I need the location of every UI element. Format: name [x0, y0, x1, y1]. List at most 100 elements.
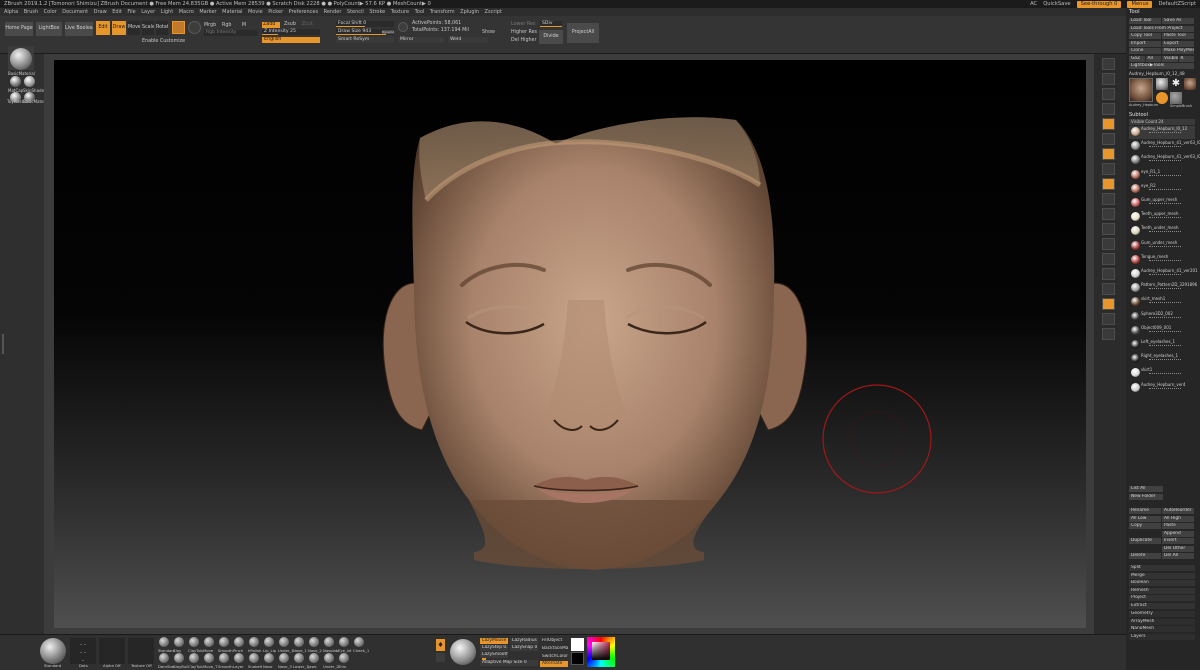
subtool-item[interactable]: Gum_under_mesh	[1129, 240, 1195, 253]
tool-button-visible[interactable]: Visible	[1162, 55, 1178, 62]
smart-resym-button[interactable]: Smart ReSym	[336, 37, 394, 43]
default-zscript-button[interactable]: DefaultZScript	[1158, 0, 1196, 8]
sphere-icon[interactable]	[188, 21, 201, 34]
light-icon[interactable]: ♦	[436, 639, 445, 651]
subtool-item[interactable]: Audrey_Hepburn_l0_12	[1129, 126, 1195, 139]
rotate-mode-button[interactable]: Rotate	[156, 21, 168, 35]
view-control-icon[interactable]	[1102, 73, 1115, 85]
menus-toggle[interactable]: Menus	[1127, 0, 1153, 8]
view-control-icon[interactable]	[1102, 253, 1115, 265]
menu-marker[interactable]: Marker	[199, 8, 216, 16]
secondary-color-swatch[interactable]	[571, 652, 584, 665]
view-control-icon[interactable]	[1102, 88, 1115, 100]
subtool-visibility-icon[interactable]	[1149, 359, 1181, 362]
menu-zplugin[interactable]: Zplugin	[460, 8, 479, 16]
tool-thumb-icon[interactable]	[1184, 78, 1196, 90]
view-control-icon[interactable]	[1102, 103, 1115, 115]
subtool-visibility-icon[interactable]	[1149, 132, 1181, 135]
tool-button-import[interactable]: Import	[1129, 40, 1161, 47]
subtool-visibility-icon[interactable]	[1149, 245, 1181, 249]
subtool-op-copy[interactable]: Copy	[1129, 523, 1161, 529]
texture-slot-icon[interactable]	[128, 638, 154, 664]
visible-count-slider[interactable]: Visible Count 24	[1129, 119, 1195, 125]
menu-document[interactable]: Document	[62, 8, 88, 16]
menu-brush[interactable]: Brush	[24, 8, 38, 16]
subtool-item[interactable]: Tongue_mesh	[1129, 254, 1195, 267]
view-control-icon[interactable]	[1102, 268, 1115, 280]
subtool-visibility-icon[interactable]	[1149, 387, 1181, 391]
brush-smooth-icon[interactable]	[219, 637, 229, 647]
left-shelf-scroll-handle[interactable]	[2, 334, 4, 354]
view-control-icon[interactable]	[1102, 133, 1115, 145]
lazy-mouse-button[interactable]: LazyMouse	[480, 638, 508, 644]
view-control-icon[interactable]	[1102, 58, 1115, 70]
m-button[interactable]: M	[242, 23, 246, 29]
subtool-item[interactable]: Audrey_Hepburn_41_ver201	[1129, 268, 1198, 281]
subtool-op-insert[interactable]: Insert	[1162, 538, 1194, 544]
z-intensity-slider[interactable]: Z Intensity 25	[262, 29, 320, 35]
subtool-item[interactable]: Audrey_Hepburn_41_ver63_l00	[1129, 140, 1200, 153]
tool-menu-arraymesh[interactable]: ArrayMesh	[1129, 618, 1195, 625]
subtool-op-del-other[interactable]: Del Other	[1162, 545, 1194, 552]
view-control-icon[interactable]	[1102, 298, 1115, 310]
subtool-visibility-icon[interactable]	[1149, 345, 1181, 348]
subtool-op-all-high[interactable]: All High	[1162, 515, 1194, 522]
subtool-menu-remesh[interactable]: Remesh	[1129, 587, 1195, 594]
lower-res-button[interactable]: Lower Res	[511, 22, 535, 28]
view-control-icon[interactable]	[1102, 148, 1115, 160]
tool-button-all[interactable]: All	[1145, 55, 1161, 62]
enable-customize-label[interactable]: Enable Customize	[142, 39, 185, 45]
subtool-visibility-icon[interactable]	[1149, 288, 1181, 291]
light-scroll-icon[interactable]	[436, 653, 445, 662]
lazy-step-slider[interactable]: LazyStep 0.25	[480, 645, 508, 651]
brush-smooth-icon[interactable]	[219, 653, 229, 663]
subtool-item[interactable]: Audrey_Hepburn_41_ver63_l00	[1129, 154, 1200, 167]
document-canvas[interactable]	[54, 60, 1086, 628]
show-button[interactable]: Show	[482, 30, 495, 36]
project-all-button[interactable]: ProjectAll	[567, 23, 599, 43]
subtool-visibility-icon[interactable]	[1149, 373, 1181, 376]
brush-pinch-icon[interactable]	[234, 637, 244, 647]
subtool-op-autoreorder[interactable]: AutoReorder	[1162, 508, 1194, 514]
menu-preferences[interactable]: Preferences	[289, 8, 318, 16]
brush-nose-2-icon[interactable]	[309, 637, 319, 647]
rgb-button[interactable]: Rgb	[222, 23, 231, 29]
view-control-icon[interactable]	[1102, 283, 1115, 295]
brush-claybuil-icon[interactable]	[174, 653, 184, 663]
brush-layer-icon[interactable]	[234, 653, 244, 663]
brush-claytub-icon[interactable]	[189, 637, 199, 647]
live-boolean-button[interactable]: Live Boolean	[65, 22, 93, 36]
home-page-button[interactable]: Home Page	[5, 22, 33, 36]
brush-nose-1-icon[interactable]	[294, 637, 304, 647]
subtool-visibility-icon[interactable]	[1149, 160, 1181, 163]
brush-move-t-icon[interactable]	[204, 653, 214, 663]
subtool-op-append[interactable]: Append	[1162, 530, 1194, 537]
view-control-icon[interactable]	[1102, 313, 1115, 325]
dots-stroke-icon[interactable]: · · · · ·	[70, 638, 96, 665]
skinshade-sphere-icon[interactable]	[24, 76, 35, 87]
tool-palette-header[interactable]: Tool	[1129, 9, 1140, 15]
ac-indicator[interactable]: AC	[1030, 0, 1037, 8]
lazy-snap-slider[interactable]: LazySnap 0	[510, 645, 538, 651]
subtool-visibility-icon[interactable]	[1149, 217, 1181, 220]
current-tool-thumbnail[interactable]	[1129, 78, 1153, 102]
adaptive-map-size-slider[interactable]: Adaptive Map Size 0	[480, 660, 538, 666]
subtool-item[interactable]: Teeth_under_mesh	[1129, 225, 1195, 238]
zcut-button[interactable]: Zcut	[302, 22, 313, 28]
switch-color-button[interactable]: SwitchColor	[540, 654, 568, 660]
view-control-icon[interactable]	[1102, 118, 1115, 130]
tool-button-goz[interactable]: GoZ	[1129, 55, 1145, 62]
menu-picker[interactable]: Picker	[268, 8, 283, 16]
tool-button-copy-tool[interactable]: Copy Tool	[1129, 33, 1161, 39]
subtool-item[interactable]: Audrey_Hepburn_ver4	[1129, 382, 1195, 395]
subtool-op-del-all[interactable]: Del All	[1162, 553, 1194, 559]
menu-tool[interactable]: Tool	[415, 8, 425, 16]
brush-claytub-icon[interactable]	[189, 653, 199, 663]
tool-menu-geometry[interactable]: Geometry	[1129, 611, 1195, 617]
tool-button-clone[interactable]: Clone	[1129, 48, 1161, 54]
see-through-slider[interactable]: See-through 0	[1076, 0, 1122, 8]
brush-snakeh-icon[interactable]	[249, 653, 259, 663]
subtool-menu-extract[interactable]: Extract	[1129, 602, 1195, 609]
subtool-menu-merge[interactable]: Merge	[1129, 572, 1195, 579]
menu-stencil[interactable]: Stencil	[347, 8, 364, 16]
